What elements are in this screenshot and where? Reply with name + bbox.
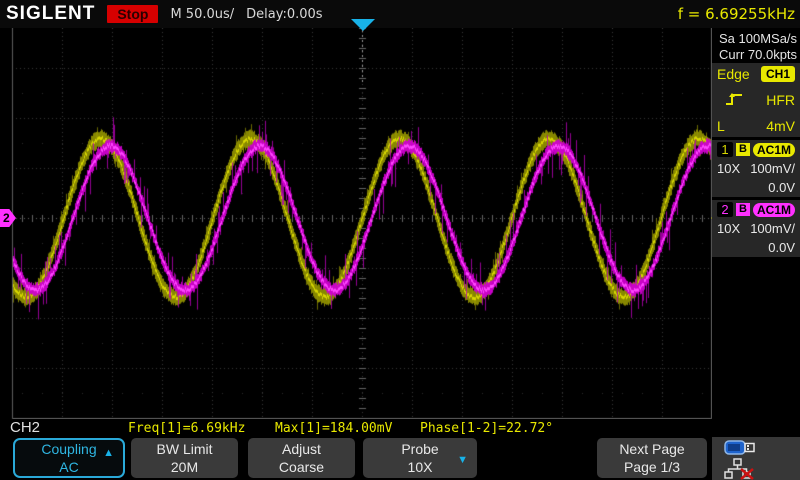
ch2-number-chip: 2 — [717, 202, 734, 217]
ch1-bandwidth-badge: B — [736, 143, 750, 156]
delay-readout: Delay:0.00s — [246, 6, 323, 22]
active-channel-label: CH2 — [10, 419, 41, 436]
menu-button-coupling[interactable]: Coupling AC ▲ — [13, 438, 125, 478]
memory-depth: Curr 70.0kpts — [719, 47, 798, 62]
status-icon-panel — [712, 437, 800, 480]
acquisition-status-badge[interactable]: Stop — [107, 5, 159, 23]
timebase-readout: M 50.0us/ — [170, 6, 235, 22]
trigger-level-prefix: L — [717, 118, 725, 134]
menu-button-bw-limit[interactable]: BW Limit 20M — [131, 438, 238, 478]
usb-device-icon — [724, 440, 800, 460]
ch2-offset: 0.0V — [768, 240, 795, 255]
frequency-counter: f = 6.69255kHz — [677, 5, 795, 23]
ch2-bandwidth-badge: B — [736, 203, 750, 216]
waveform-display[interactable] — [0, 28, 712, 419]
trigger-level-value: 4mV — [766, 118, 795, 134]
channel1-panel[interactable]: 1 B AC1M 10X 100mV/ 0.0V — [712, 140, 800, 197]
menu-button-next-page[interactable]: Next Page Page 1/3 — [597, 438, 707, 478]
measurement-freq: Freq[1]=6.69kHz — [128, 421, 246, 436]
ch1-coupling-badge: AC1M — [752, 142, 795, 157]
trigger-coupling: HFR — [766, 92, 795, 108]
down-arrow-icon: ▼ — [457, 454, 468, 466]
ch1-probe: 10X — [717, 161, 741, 176]
ch2-coupling-badge: AC1M — [752, 202, 795, 217]
softkey-menu: Coupling AC ▲ BW Limit 20M Adjust Coarse… — [0, 437, 712, 480]
up-arrow-icon: ▲ — [103, 447, 114, 459]
brand-logo: SIGLENT — [6, 3, 96, 24]
measurement-phase: Phase[1-2]=22.72° — [420, 421, 554, 436]
ch1-number-chip: 1 — [717, 142, 734, 157]
menu-button-probe[interactable]: Probe 10X ▼ — [363, 438, 477, 478]
top-bar: SIGLENT Stop M 50.0us/ Delay:0.00s f = 6… — [0, 0, 800, 28]
menu-button-adjust[interactable]: Adjust Coarse — [248, 438, 355, 478]
ch1-offset: 0.0V — [768, 180, 795, 195]
ch2-probe: 10X — [717, 221, 741, 236]
trigger-panel[interactable]: Edge CH1 HFR L 4mV — [712, 63, 800, 137]
lan-disconnected-icon — [724, 458, 800, 480]
trigger-mode: Edge — [717, 66, 750, 82]
sidebar: Sa 100MSa/s Curr 70.0kpts Edge CH1 HFR L… — [712, 28, 800, 480]
acquisition-info: Sa 100MSa/s Curr 70.0kpts — [719, 31, 797, 63]
measurement-bar: CH2 Freq[1]=6.69kHz Max[1]=184.00mV Phas… — [0, 419, 712, 437]
channel2-panel[interactable]: 2 B AC1M 10X 100mV/ 0.0V — [712, 200, 800, 257]
sample-rate: Sa 100MSa/s — [719, 31, 798, 46]
ch2-scale: 100mV/ — [750, 221, 795, 236]
ch1-scale: 100mV/ — [750, 161, 795, 176]
measurement-max: Max[1]=184.00mV — [275, 421, 393, 436]
oscilloscope-screen: SIGLENT Stop M 50.0us/ Delay:0.00s f = 6… — [0, 0, 800, 480]
trigger-source-badge: CH1 — [760, 66, 795, 82]
rising-edge-icon — [725, 92, 743, 109]
